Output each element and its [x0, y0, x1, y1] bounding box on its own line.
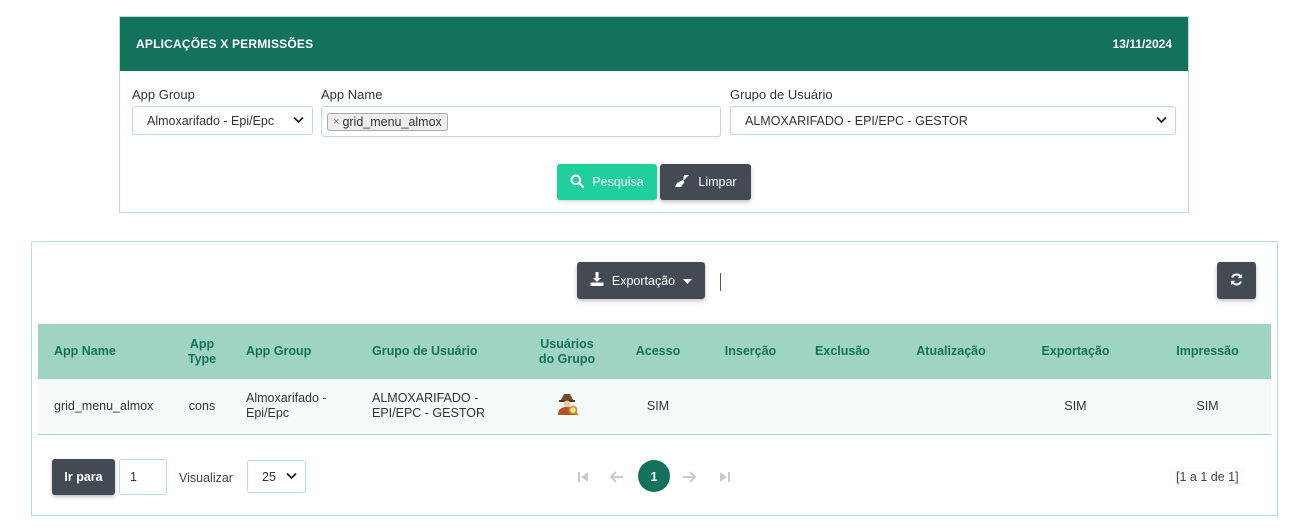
- table-row: grid_menu_almox cons Almoxarifado - Epi/…: [38, 379, 1271, 434]
- cell-app-group: Almoxarifado - Epi/Epc: [246, 391, 327, 421]
- current-page-button[interactable]: 1: [638, 460, 670, 492]
- remove-tag-icon[interactable]: ×: [333, 116, 339, 128]
- app-name-label: App Name: [321, 87, 383, 102]
- page-size-select[interactable]: 25: [247, 460, 306, 493]
- chevron-down-icon: [293, 115, 304, 126]
- download-icon: [590, 272, 604, 289]
- cell-usuarios-grupo: [529, 379, 605, 434]
- col-exclusao[interactable]: Exclusão: [790, 324, 895, 379]
- export-button[interactable]: Exportação: [577, 262, 705, 299]
- page-title: APLICAÇÕES X PERMISSÕES: [136, 37, 314, 51]
- filter-header: APLICAÇÕES X PERMISSÕES 13/11/2024: [120, 17, 1188, 71]
- view-label: Visualizar: [179, 471, 233, 485]
- col-app-group[interactable]: App Group: [238, 324, 364, 379]
- app-name-tag: × grid_menu_almox: [327, 112, 448, 131]
- col-grupo-usuario[interactable]: Grupo de Usuário: [364, 324, 529, 379]
- cell-exclusao: [790, 379, 895, 434]
- app-group-select[interactable]: Almoxarifado - Epi/Epc: [132, 106, 313, 135]
- goto-button-label: Ir para: [64, 470, 103, 484]
- chevron-down-icon: [1156, 115, 1167, 126]
- col-app-type[interactable]: App Type: [166, 324, 238, 379]
- clear-button[interactable]: Limpar: [660, 164, 751, 200]
- app-name-tag-label: grid_menu_almox: [342, 114, 442, 129]
- first-page-icon[interactable]: [577, 471, 589, 486]
- cell-acesso: SIM: [646, 398, 670, 413]
- col-acesso[interactable]: Acesso: [605, 324, 711, 379]
- filter-panel: APLICAÇÕES X PERMISSÕES 13/11/2024 App G…: [119, 16, 1189, 213]
- table-header-row: App Name App Type App Group Grupo de Usu…: [38, 324, 1271, 379]
- broom-icon: [674, 174, 690, 191]
- last-page-icon[interactable]: [719, 471, 731, 486]
- search-icon: [570, 174, 585, 191]
- clear-button-label: Limpar: [698, 175, 737, 189]
- app-name-input[interactable]: × grid_menu_almox: [321, 106, 721, 137]
- cell-app-type: cons: [188, 398, 216, 413]
- refresh-button[interactable]: [1217, 262, 1256, 299]
- app-group-label: App Group: [132, 87, 195, 102]
- col-exportacao[interactable]: Exportação: [1007, 324, 1144, 379]
- page-size-value: 25: [262, 469, 276, 484]
- grupo-usuario-label: Grupo de Usuário: [730, 87, 833, 102]
- page-summary: [1 a 1 de 1]: [1170, 467, 1245, 487]
- search-button-label: Pesquisa: [592, 175, 644, 189]
- cell-grupo-usuario: ALMOXARIFADO - EPI/EPC - GESTOR: [372, 391, 485, 421]
- goto-page-input[interactable]: 1: [119, 459, 167, 495]
- search-button[interactable]: Pesquisa: [557, 164, 657, 200]
- cell-app-name: grid_menu_almox: [54, 398, 154, 413]
- goto-button[interactable]: Ir para: [52, 459, 115, 495]
- col-usuarios-grupo[interactable]: Usuários do Grupo: [529, 324, 605, 379]
- toolbar-separator: [720, 273, 721, 291]
- export-button-label: Exportação: [611, 273, 676, 288]
- grid-panel: Exportação App Name App Type App Group G…: [31, 241, 1278, 516]
- previous-page-icon[interactable]: [609, 471, 624, 486]
- cell-atualizacao: [895, 379, 1007, 434]
- col-impressao[interactable]: Impressão: [1144, 324, 1271, 379]
- grupo-usuario-select[interactable]: ALMOXARIFADO - EPI/EPC - GESTOR: [730, 106, 1176, 135]
- caret-down-icon: [683, 274, 693, 288]
- permissions-table: App Name App Type App Group Grupo de Usu…: [38, 324, 1271, 435]
- refresh-icon: [1230, 273, 1243, 289]
- cell-insercao: [711, 379, 790, 434]
- col-insercao[interactable]: Inserção: [711, 324, 790, 379]
- grupo-usuario-value: ALMOXARIFADO - EPI/EPC - GESTOR: [745, 113, 968, 128]
- chevron-down-icon: [286, 471, 297, 482]
- cell-exportacao: SIM: [1064, 398, 1087, 413]
- header-date: 13/11/2024: [1112, 37, 1172, 51]
- next-page-icon[interactable]: [682, 471, 697, 486]
- col-app-name[interactable]: App Name: [38, 324, 166, 379]
- app-group-value: Almoxarifado - Epi/Epc: [147, 113, 275, 128]
- goto-page-value: 1: [130, 470, 137, 484]
- col-atualizacao[interactable]: Atualização: [895, 324, 1007, 379]
- user-search-icon[interactable]: [555, 392, 579, 420]
- cell-impressao: SIM: [1196, 398, 1219, 413]
